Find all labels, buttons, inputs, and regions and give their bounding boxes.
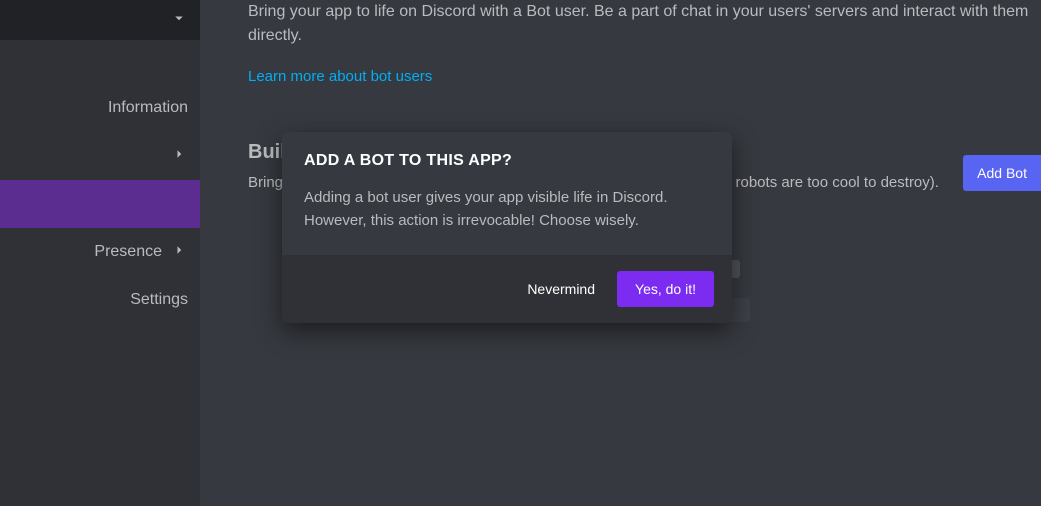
modal-backdrop[interactable]: ADD A BOT TO THIS APP? Adding a bot user…: [0, 0, 1041, 506]
confirm-modal: ADD A BOT TO THIS APP? Adding a bot user…: [282, 132, 732, 323]
cancel-button[interactable]: Nevermind: [523, 273, 599, 305]
modal-body-text: Adding a bot user gives your app visible…: [282, 174, 732, 255]
confirm-button[interactable]: Yes, do it!: [617, 271, 714, 307]
modal-footer: Nevermind Yes, do it!: [282, 255, 732, 323]
modal-title: ADD A BOT TO THIS APP?: [282, 132, 732, 174]
